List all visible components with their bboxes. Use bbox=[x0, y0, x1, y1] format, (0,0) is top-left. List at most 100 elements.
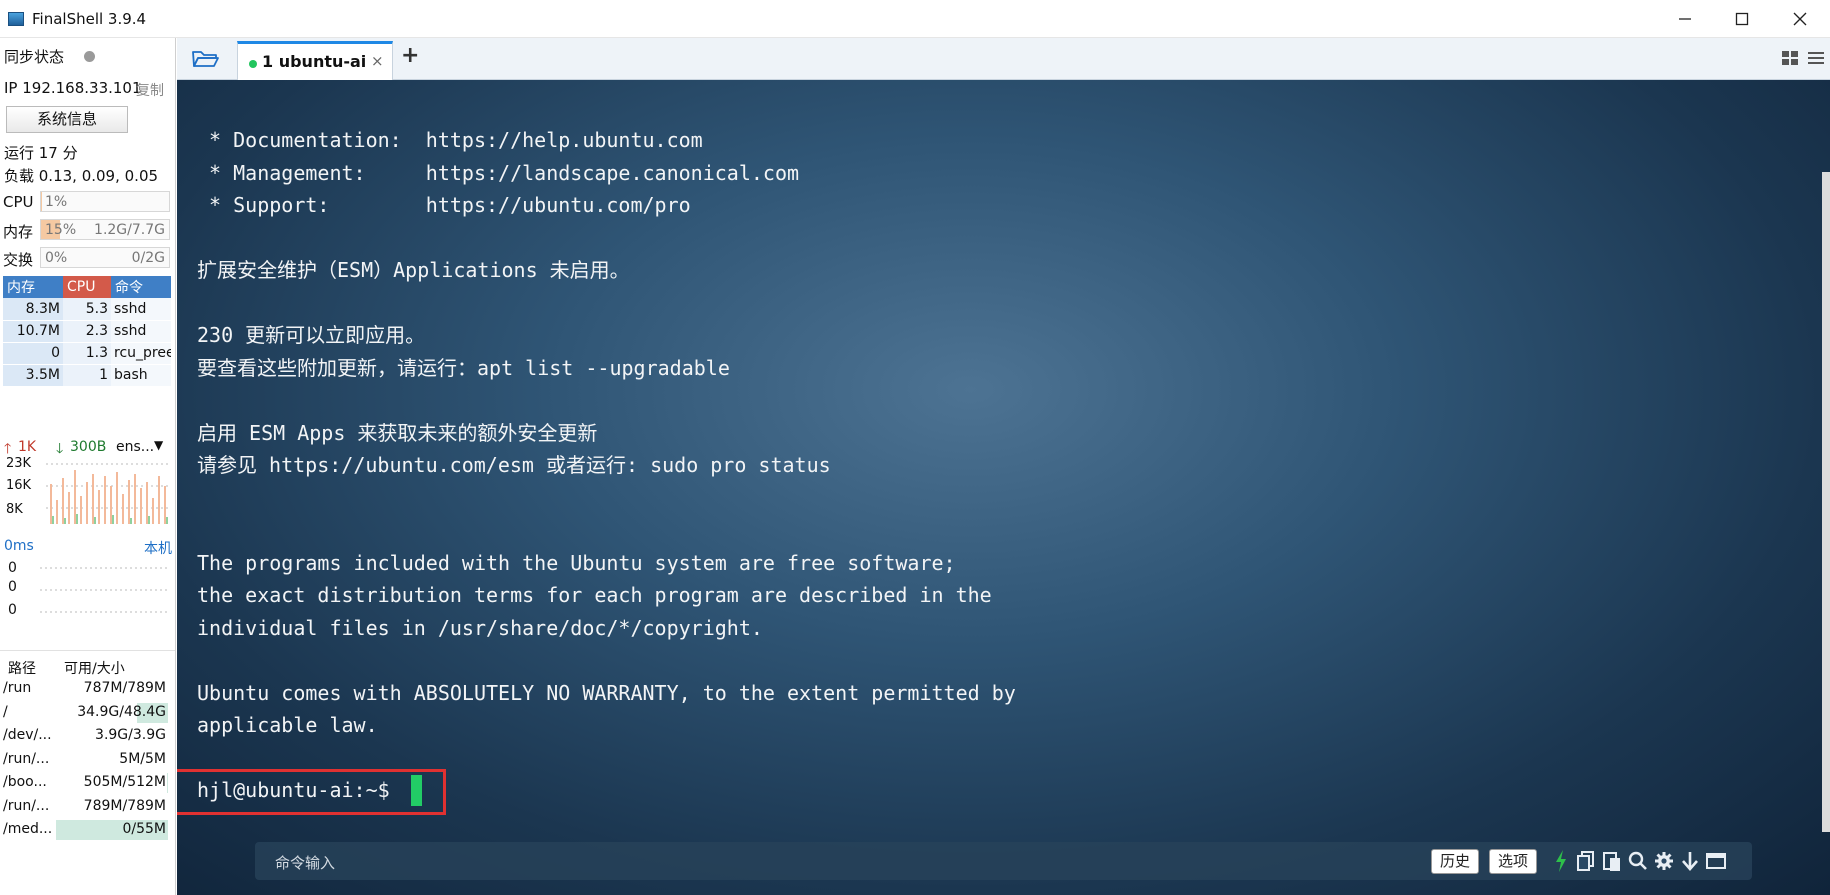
disk-row[interactable]: /boo... 505M/512M bbox=[0, 772, 172, 794]
disk-header-path[interactable]: 路径 bbox=[8, 658, 36, 678]
terminal-line: 230 更新可以立即应用。 bbox=[197, 323, 426, 347]
terminal-line: 扩展安全维护（ESM）Applications 未启用。 bbox=[197, 258, 630, 282]
terminal-scrollbar[interactable] bbox=[1822, 172, 1830, 832]
session-tab-bar: 1 ubuntu-ai × + bbox=[177, 38, 1830, 80]
disk-path: /run/... bbox=[3, 797, 50, 814]
tab-ubuntu-ai[interactable]: 1 ubuntu-ai × bbox=[237, 41, 393, 80]
app-icon bbox=[8, 12, 24, 26]
process-row[interactable]: 8.3M 5.3 sshd bbox=[3, 298, 171, 321]
disk-row[interactable]: / 34.9G/48.4G bbox=[0, 702, 172, 724]
disk-row[interactable]: /med... 0/55M bbox=[0, 819, 172, 841]
swap-percent: 0% bbox=[45, 250, 68, 266]
network-header: 🡑 1K 🡓 300B ens... ▼ bbox=[4, 438, 172, 458]
chevron-down-icon[interactable]: ▼ bbox=[154, 438, 163, 452]
cpu-meter-fill bbox=[41, 192, 43, 211]
copy-ip-link[interactable]: 复制 bbox=[136, 80, 164, 100]
tab-close-icon[interactable]: × bbox=[371, 52, 384, 70]
process-header-command[interactable]: 命令 bbox=[111, 276, 171, 298]
process-cpu: 1 bbox=[63, 364, 111, 387]
copy-icon[interactable] bbox=[1575, 849, 1597, 873]
disk-usage-text: 3.9G/3.9G bbox=[95, 727, 166, 743]
latency-graph bbox=[40, 567, 170, 613]
grid-layout-icon[interactable] bbox=[1780, 48, 1800, 68]
menu-icon[interactable] bbox=[1806, 48, 1826, 68]
process-mem: 8.3M bbox=[3, 298, 63, 321]
disk-path: /run/... bbox=[3, 750, 50, 767]
system-info-button[interactable]: 系统信息 bbox=[6, 106, 128, 133]
process-cpu: 1.3 bbox=[63, 342, 111, 365]
disk-path: /run bbox=[3, 680, 32, 696]
cpu-label: CPU bbox=[3, 193, 34, 211]
command-input-bar[interactable]: 命令输入 历史 选项 bbox=[255, 842, 1752, 880]
process-row[interactable]: 3.5M 1 bash bbox=[3, 364, 171, 387]
minimize-button[interactable] bbox=[1657, 4, 1713, 34]
process-cpu: 5.3 bbox=[63, 298, 111, 321]
options-button[interactable]: 选项 bbox=[1489, 849, 1538, 874]
disk-row[interactable]: /run/... 789M/789M bbox=[0, 796, 172, 818]
disk-row[interactable]: /run 787M/789M bbox=[0, 678, 172, 700]
disk-usage-bar: 505M/512M bbox=[56, 773, 168, 793]
disk-usage-text: 787M/789M bbox=[83, 680, 166, 696]
process-row[interactable]: 10.7M 2.3 sshd bbox=[3, 320, 171, 343]
disk-usage-text: 789M/789M bbox=[83, 797, 166, 814]
process-table: 内存 CPU 命令 8.3M 5.3 sshd 10.7M 2.3 sshd 0… bbox=[3, 276, 171, 387]
memory-percent: 15% bbox=[45, 222, 77, 238]
history-button[interactable]: 历史 bbox=[1431, 849, 1480, 874]
process-mem: 10.7M bbox=[3, 320, 63, 343]
terminal-line: applicable law. bbox=[197, 713, 378, 737]
shell-prompt: hjl@ubuntu-ai:~$ bbox=[197, 778, 390, 802]
sync-status-indicator bbox=[84, 51, 95, 62]
cpu-meter: 1% bbox=[40, 191, 170, 212]
maximize-button[interactable] bbox=[1714, 4, 1770, 34]
gear-icon[interactable] bbox=[1653, 849, 1675, 873]
process-cmd: bash bbox=[111, 364, 171, 387]
disk-row[interactable]: /dev/... 3.9G/3.9G bbox=[0, 725, 172, 747]
terminal-line: * Documentation: https://help.ubuntu.com bbox=[197, 128, 703, 152]
terminal-line: 要查看这些附加更新，请运行：apt list --upgradable bbox=[197, 355, 730, 380]
terminal-line: 请参见 https://ubuntu.com/esm 或者运行: sudo pr… bbox=[197, 453, 831, 477]
window-title: FinalShell 3.9.4 bbox=[32, 10, 147, 28]
disk-usage-bar: 5M/5M bbox=[56, 750, 168, 770]
close-icon bbox=[1793, 12, 1807, 26]
search-icon[interactable] bbox=[1627, 849, 1649, 873]
latency-target[interactable]: 本机 bbox=[144, 538, 172, 558]
terminal-line: Ubuntu comes with ABSOLUTELY NO WARRANTY… bbox=[197, 680, 1016, 705]
download-icon[interactable] bbox=[1679, 849, 1701, 873]
disk-usage-text: 5M/5M bbox=[119, 750, 166, 767]
memory-size: 1.2G/7.7G bbox=[94, 222, 165, 238]
uptime: 运行 17 分 bbox=[4, 144, 78, 162]
swap-size: 0/2G bbox=[131, 250, 165, 266]
paste-icon[interactable] bbox=[1601, 849, 1623, 873]
terminal-output: * Documentation: https://help.ubuntu.com… bbox=[197, 124, 1016, 774]
memory-meter: 15% 1.2G/7.7G bbox=[40, 219, 170, 240]
disk-header-usage[interactable]: 可用/大小 bbox=[64, 658, 125, 678]
title-bar: FinalShell 3.9.4 bbox=[0, 0, 1830, 38]
terminal-line: * Management: https://landscape.canonica… bbox=[197, 160, 800, 185]
add-tab-button[interactable]: + bbox=[401, 43, 419, 68]
maximize-icon bbox=[1735, 12, 1749, 26]
latency-value: 0ms bbox=[4, 538, 34, 554]
tab-label: 1 ubuntu-ai bbox=[262, 52, 367, 71]
lightning-icon[interactable] bbox=[1553, 849, 1569, 873]
process-header-memory[interactable]: 内存 bbox=[3, 276, 63, 298]
connection-status-dot bbox=[249, 60, 257, 68]
folder-open-icon[interactable] bbox=[191, 47, 219, 73]
load-average: 负载 0.13, 0.09, 0.05 bbox=[4, 167, 159, 185]
disk-row[interactable]: /run/... 5M/5M bbox=[0, 749, 172, 771]
process-cmd: sshd bbox=[111, 298, 171, 321]
process-cmd: sshd bbox=[111, 320, 171, 343]
terminal-view[interactable]: * Documentation: https://help.ubuntu.com… bbox=[177, 80, 1830, 895]
network-interface-select[interactable]: ens... bbox=[116, 439, 154, 455]
command-input[interactable]: 命令输入 bbox=[275, 852, 335, 873]
network-chart: 23K 16K 8K bbox=[4, 456, 172, 526]
process-row[interactable]: 0 1.3 rcu_pree bbox=[3, 342, 171, 365]
network-upload: 1K bbox=[18, 439, 37, 455]
close-window-button[interactable] bbox=[1772, 4, 1828, 34]
window-icon[interactable] bbox=[1705, 849, 1727, 873]
process-header-cpu[interactable]: CPU bbox=[63, 276, 111, 298]
swap-meter: 0% 0/2G bbox=[40, 247, 170, 268]
